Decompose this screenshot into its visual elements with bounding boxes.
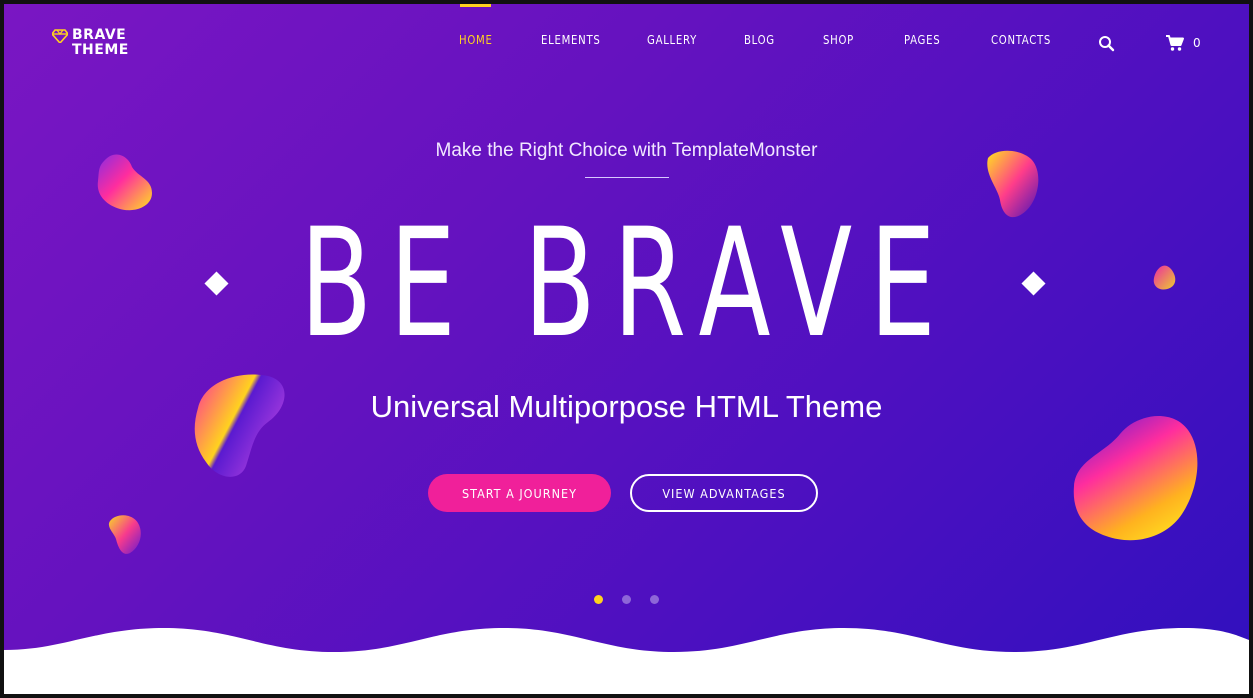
main-nav: HOME ELEMENTS GALLERY BLOG SHOP PAGES CO… bbox=[4, 4, 1249, 80]
slider-pagination bbox=[594, 595, 659, 604]
nav-item-shop[interactable]: SHOP bbox=[823, 32, 854, 47]
start-journey-button[interactable]: START A JOURNEY bbox=[428, 474, 611, 512]
decorative-blob bbox=[1073, 416, 1198, 541]
cart-icon[interactable] bbox=[1165, 34, 1185, 52]
page-frame: BRAVE THEME HOME ELEMENTS GALLERY BLOG S… bbox=[0, 0, 1253, 698]
hero-headline: BE BRAVE bbox=[299, 197, 953, 371]
decorative-blob bbox=[1153, 265, 1176, 290]
view-advantages-button[interactable]: VIEW ADVANTAGES bbox=[630, 474, 818, 512]
decorative-blob bbox=[108, 515, 141, 554]
nav-item-contacts[interactable]: CONTACTS bbox=[991, 32, 1051, 47]
hero-tagline: Universal Multiporpose HTML Theme bbox=[370, 389, 883, 424]
hero-section: BRAVE THEME HOME ELEMENTS GALLERY BLOG S… bbox=[4, 4, 1249, 694]
search-icon[interactable] bbox=[1098, 35, 1116, 53]
nav-item-pages[interactable]: PAGES bbox=[904, 32, 940, 47]
nav-item-elements[interactable]: ELEMENTS bbox=[541, 32, 600, 47]
nav-item-home[interactable]: HOME bbox=[459, 32, 493, 47]
slider-dot-1[interactable] bbox=[594, 595, 603, 604]
active-nav-indicator bbox=[460, 4, 491, 7]
nav-item-gallery[interactable]: GALLERY bbox=[647, 32, 697, 47]
hero-subtitle: Make the Right Choice with TemplateMonst… bbox=[435, 140, 818, 161]
nav-item-blog[interactable]: BLOG bbox=[744, 32, 775, 47]
slider-dot-3[interactable] bbox=[650, 595, 659, 604]
wave-divider bbox=[4, 628, 1249, 694]
cart-count: 0 bbox=[1193, 36, 1201, 50]
subtitle-divider bbox=[585, 177, 669, 178]
slider-dot-2[interactable] bbox=[622, 595, 631, 604]
decorative-blob bbox=[194, 374, 285, 477]
